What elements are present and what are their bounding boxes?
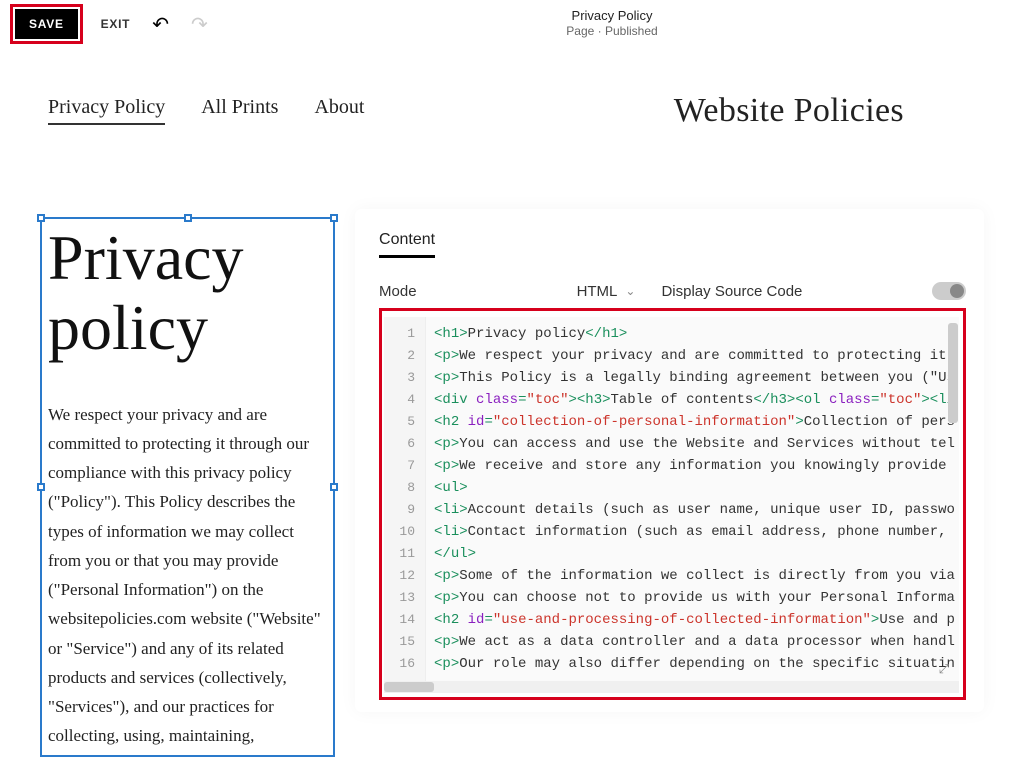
preview-heading: Privacy policy [48,223,327,364]
page-status: Page · Published [462,24,762,38]
mode-label: Mode [379,283,417,300]
annotation-highlight-save: SAVE [10,4,83,44]
save-button[interactable]: SAVE [15,9,78,39]
site-nav: Privacy Policy All Prints About Website … [0,48,1024,137]
chevron-down-icon: ⌄ [625,284,635,298]
site-title: Website Policies [674,92,904,130]
mode-select[interactable]: HTML ⌄ [577,283,636,300]
resize-handle-icon[interactable] [37,214,45,222]
main-area: Privacy policy We respect your privacy a… [0,137,1024,757]
display-source-toggle[interactable] [932,282,966,300]
undo-icon[interactable]: ↶ [152,12,169,37]
scrollbar-thumb[interactable] [384,682,434,692]
resize-handle-icon[interactable] [330,483,338,491]
expand-icon[interactable]: ⤢ [939,661,949,677]
exit-button[interactable]: EXIT [101,17,131,31]
resize-handle-icon[interactable] [37,483,45,491]
display-source-label: Display Source Code [661,283,802,300]
code-editor[interactable]: 12345678910111213141516 <h1>Privacy poli… [384,317,959,681]
nav-link-privacy-policy[interactable]: Privacy Policy [48,96,165,125]
redo-icon[interactable]: ↷ [191,12,208,37]
horizontal-scrollbar[interactable] [384,681,959,693]
nav-links: Privacy Policy All Prints About [48,96,364,125]
selected-text-block[interactable]: Privacy policy We respect your privacy a… [40,217,335,757]
page-title: Privacy Policy [462,8,762,23]
preview-body: We respect your privacy and are committe… [48,400,327,751]
tab-content[interactable]: Content [379,231,435,258]
vertical-scrollbar[interactable] [948,323,958,423]
page-meta: Privacy Policy Page · Published [462,8,762,38]
nav-link-about[interactable]: About [314,96,364,125]
content-panel: Content Mode HTML ⌄ Display Source Code … [355,209,984,712]
mode-value: HTML [577,283,618,300]
line-gutter: 12345678910111213141516 [384,317,426,681]
annotation-highlight-code: 12345678910111213141516 <h1>Privacy poli… [379,308,966,700]
code-lines[interactable]: <h1>Privacy policy</h1><p>We respect you… [426,317,959,681]
resize-handle-icon[interactable] [330,214,338,222]
top-toolbar: SAVE EXIT ↶ ↷ Privacy Policy Page · Publ… [0,0,1024,48]
nav-link-all-prints[interactable]: All Prints [201,96,278,125]
resize-handle-icon[interactable] [184,214,192,222]
panel-controls: Mode HTML ⌄ Display Source Code [379,282,966,300]
